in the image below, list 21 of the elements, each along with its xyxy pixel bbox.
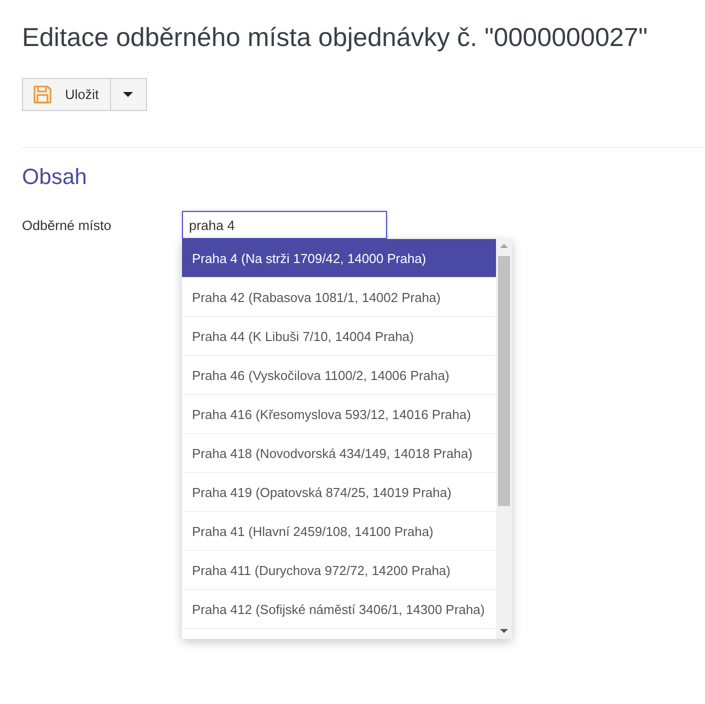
- section-heading: Obsah: [22, 163, 87, 191]
- caret-icon: [123, 92, 134, 97]
- scrollbar-track[interactable]: [496, 239, 512, 639]
- autocomplete-option[interactable]: Praha 412 (Sofijské náměstí 3406/1, 14300 Praha): [182, 590, 496, 629]
- autocomplete-option[interactable]: Praha 46 (Vyskočilova 1100/2, 14006 Praha): [182, 356, 496, 395]
- autocomplete-option[interactable]: Praha 42 (Rabasova 1081/1, 14002 Praha): [182, 278, 496, 317]
- autocomplete-option[interactable]: Praha 411 (Durychova 972/72, 14200 Praha): [182, 551, 496, 590]
- autocomplete-option[interactable]: Praha 416 (Křesomyslova 593/12, 14016 Praha): [182, 395, 496, 434]
- scrollbar-thumb[interactable]: [498, 256, 510, 506]
- scroll-down-icon[interactable]: [500, 629, 508, 633]
- autocomplete-option[interactable]: Praha 4 (Na strži 1709/42, 14000 Praha): [182, 239, 496, 278]
- field-label: Odběrné místo: [22, 218, 112, 232]
- page-title: Editace odběrného místa objednávky č. "0000000027": [22, 21, 648, 54]
- dropdown-toggle-button[interactable]: [110, 78, 147, 111]
- autocomplete-option[interactable]: Praha 41 (Hlavní 2459/108, 14100 Praha): [182, 512, 496, 551]
- autocomplete-option[interactable]: Praha 419 (Opatovská 874/25, 14019 Praha): [182, 473, 496, 512]
- save-button[interactable]: Uložit: [22, 78, 111, 111]
- input-field[interactable]: praha 4: [182, 211, 387, 239]
- autocomplete-option[interactable]: Praha 418 (Novodvorská 434/149, 14018 Praha): [182, 434, 496, 473]
- autocomplete-option[interactable]: Praha 44 (K Libuši 7/10, 14004 Praha): [182, 317, 496, 356]
- scroll-up-icon[interactable]: [500, 244, 508, 248]
